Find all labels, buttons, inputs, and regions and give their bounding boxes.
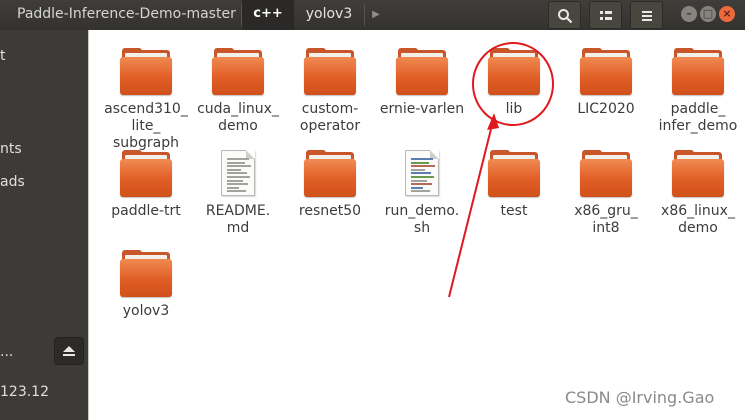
- hamburger-menu-icon: [642, 11, 652, 21]
- search-button[interactable]: [548, 1, 581, 29]
- minimize-icon[interactable]: –: [681, 6, 697, 22]
- sidebar-item-label[interactable]: ads: [0, 174, 25, 190]
- menu-button[interactable]: [630, 1, 663, 29]
- sidebar-item-label[interactable]: t: [0, 48, 6, 64]
- breadcrumb-cpp[interactable]: c++: [242, 0, 294, 30]
- header-bar: Paddle-Inference-Demo-master c++ yolov3 …: [0, 0, 745, 30]
- sidebar: t nts ads ... 123.12: [0, 30, 88, 420]
- eject-icon: [63, 346, 75, 356]
- sidebar-item-label[interactable]: ...: [0, 344, 13, 360]
- highlight-circle: [472, 42, 554, 126]
- maximize-icon[interactable]: □: [700, 6, 716, 22]
- chevron-right-icon[interactable]: ▶: [364, 2, 388, 28]
- sidebar-item-label[interactable]: 123.12: [0, 384, 49, 400]
- close-icon[interactable]: ×: [719, 6, 735, 22]
- view-options-button[interactable]: [589, 1, 622, 29]
- breadcrumb-yolov3[interactable]: yolov3: [294, 0, 364, 30]
- breadcrumb-root[interactable]: Paddle-Inference-Demo-master: [0, 0, 241, 30]
- search-icon: [558, 9, 573, 24]
- sidebar-item-label[interactable]: nts: [0, 141, 22, 157]
- watermark: CSDN @Irving.Gao: [565, 388, 715, 407]
- view-options-icon: [600, 11, 612, 20]
- annotation-overlay: [448, 42, 554, 298]
- eject-button[interactable]: [54, 337, 84, 365]
- annotation-arrow-line: [448, 120, 494, 298]
- file-grid: ascend310_ lite_ subgraph cuda_linux_ dem…: [89, 30, 745, 420]
